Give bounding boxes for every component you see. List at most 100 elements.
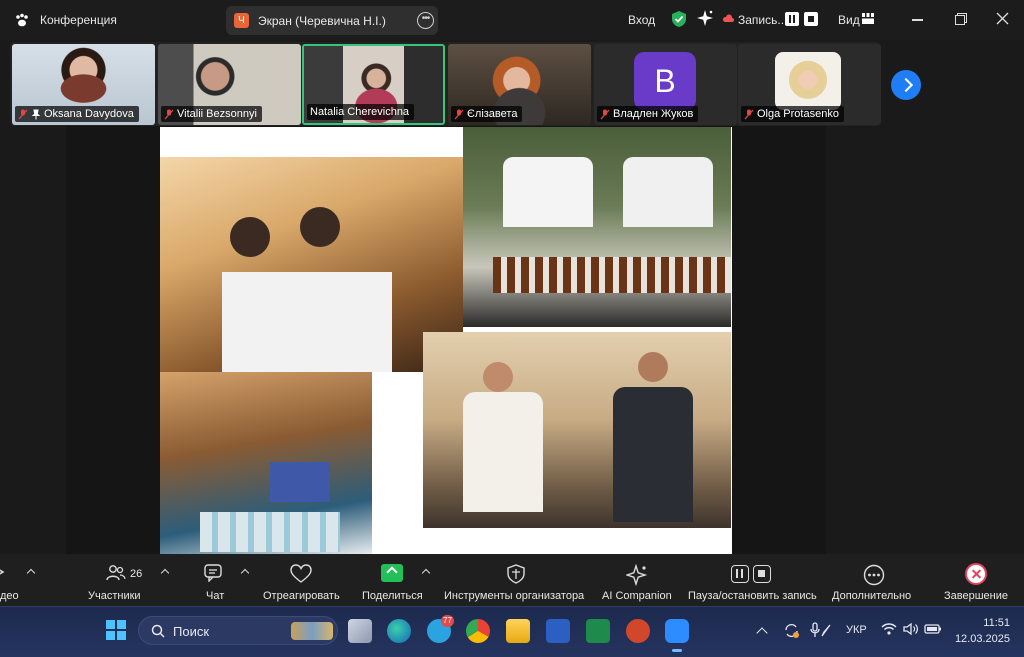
chat-options-caret[interactable] — [240, 568, 250, 578]
clock-date[interactable]: 12.03.2025 — [946, 633, 1010, 645]
video-button[interactable]: део — [0, 554, 40, 606]
video-options-caret[interactable] — [26, 568, 36, 578]
shared-slide — [160, 127, 732, 554]
pin-icon — [31, 109, 41, 119]
shared-screen-label: Экран (Черевична Н.І.) — [258, 14, 386, 28]
shared-screen-indicator[interactable]: Ч Экран (Черевична Н.І.) ••• — [226, 6, 438, 35]
participant-name: Vitalii Bezsonnyi — [177, 108, 257, 120]
react-label: Отреагировать — [263, 590, 340, 602]
powerpoint-icon[interactable] — [626, 619, 650, 643]
wifi-icon[interactable] — [881, 622, 897, 636]
participant-name-tag: Єлізавета — [451, 106, 523, 122]
meeting-controls: део 26 Участники Чат Отреагировать Подел… — [0, 554, 1024, 606]
enter-button[interactable]: Вход — [628, 13, 655, 27]
shield-icon — [507, 564, 525, 584]
participant-strip: Oksana Davydova Vitalii Bezsonnyi Natali… — [10, 42, 881, 126]
cloud-record-icon — [722, 14, 734, 22]
excel-icon[interactable] — [586, 619, 610, 643]
show-hidden-icons-caret[interactable] — [756, 627, 768, 639]
recording-label[interactable]: Запись... — [738, 13, 787, 27]
participant-name: Єлізавета — [467, 108, 518, 120]
next-participants-button[interactable] — [891, 70, 921, 100]
telegram-icon[interactable]: 77 — [427, 615, 454, 643]
pause-icon — [731, 565, 749, 583]
zoom-meeting-window: Конференция Ч Экран (Черевична Н.І.) •••… — [0, 0, 1024, 657]
pause-stop-recording-button[interactable]: Пауза/остановить запись — [686, 554, 820, 606]
telegram-unread-badge: 77 — [441, 615, 454, 627]
participant-name-tag: Владлен Жуков — [597, 106, 699, 122]
keyboard-language[interactable]: УКР — [846, 624, 867, 636]
restore-button[interactable] — [955, 13, 967, 25]
task-view-icon[interactable] — [348, 619, 372, 643]
volume-icon[interactable] — [903, 622, 919, 636]
ai-companion-label: AI Companion — [602, 590, 672, 602]
participant-tile[interactable]: Єлізавета — [448, 44, 591, 125]
share-screen-button[interactable]: Поделиться — [360, 554, 436, 606]
search-icon — [151, 624, 165, 638]
participant-name-tag: Olga Protasenko — [741, 106, 844, 122]
close-window-button[interactable] — [996, 12, 1009, 25]
file-explorer-icon[interactable] — [506, 619, 530, 643]
chat-button[interactable]: Чат — [200, 554, 254, 606]
heart-icon — [290, 564, 312, 583]
participant-name: Olga Protasenko — [757, 108, 839, 120]
word-icon[interactable] — [546, 619, 570, 643]
participant-tile[interactable]: B Владлен Жуков — [594, 44, 737, 125]
view-button[interactable]: Вид — [838, 13, 860, 27]
taskbar-search[interactable]: Поиск — [138, 616, 338, 645]
mic-muted-icon — [164, 109, 174, 119]
participant-tile[interactable]: Oksana Davydova — [12, 44, 155, 125]
participant-tile-speaking[interactable]: Natalia Cherevichna — [302, 44, 445, 125]
mic-muted-icon — [744, 109, 754, 119]
share-options-caret[interactable] — [421, 568, 431, 578]
share-label: Поделиться — [362, 590, 423, 602]
video-camera-icon — [0, 569, 5, 575]
ai-sparkle-icon[interactable] — [696, 9, 714, 27]
participant-name: Oksana Davydova — [44, 108, 134, 120]
slide-photo-flair-bartenders — [423, 332, 731, 528]
participant-tile[interactable]: Vitalii Bezsonnyi — [158, 44, 301, 125]
end-meeting-label[interactable]: Завершение — [944, 590, 1008, 602]
stop-recording-icon[interactable] — [804, 12, 818, 26]
video-label: део — [0, 590, 19, 602]
encryption-shield-icon[interactable] — [671, 10, 687, 28]
windows-start-icon[interactable] — [106, 620, 126, 640]
zoom-app-icon[interactable] — [665, 619, 689, 652]
mic-muted-icon — [600, 109, 610, 119]
slide-photo-bartenders-show — [160, 157, 463, 372]
location-mic-icon[interactable] — [810, 622, 832, 639]
participant-name: Natalia Cherevichna — [310, 106, 410, 118]
sync-icon[interactable] — [783, 622, 800, 639]
chat-label: Чат — [206, 590, 225, 602]
host-tools-label: Инструменты организатора — [444, 590, 585, 602]
ai-companion-button[interactable]: AI Companion — [600, 554, 676, 606]
more-button[interactable]: Дополнительно — [830, 554, 920, 606]
clock-time[interactable]: 11:51 — [966, 617, 1010, 629]
end-meeting-icon[interactable] — [965, 563, 987, 585]
share-screen-icon — [381, 564, 403, 582]
minimize-button[interactable] — [912, 19, 923, 21]
grid-view-icon[interactable] — [862, 13, 874, 24]
participants-options-caret[interactable] — [160, 568, 170, 578]
participant-tile[interactable]: Olga Protasenko — [738, 44, 881, 125]
sharer-badge: Ч — [234, 13, 249, 28]
pause-stop-label: Пауза/остановить запись — [688, 590, 817, 602]
edge-browser-icon[interactable] — [387, 619, 411, 643]
more-label: Дополнительно — [832, 590, 912, 602]
battery-icon[interactable] — [924, 622, 942, 636]
participant-name-tag: Oksana Davydova — [15, 106, 139, 122]
participant-name: Владлен Жуков — [613, 108, 694, 120]
more-dots-icon — [863, 564, 885, 586]
more-options-icon[interactable]: ••• — [417, 12, 434, 29]
participants-icon — [106, 565, 126, 581]
react-button[interactable]: Отреагировать — [262, 554, 344, 606]
slide-photo-glass-pyramid — [160, 372, 372, 554]
participants-label: Участники — [88, 590, 141, 602]
chrome-icon[interactable] — [466, 619, 490, 643]
participants-button[interactable]: 26 Участники — [86, 554, 172, 606]
host-tools-button[interactable]: Инструменты организатора — [444, 554, 590, 606]
title-bar: Конференция Ч Экран (Черевична Н.І.) •••… — [0, 0, 1024, 40]
search-placeholder: Поиск — [173, 624, 210, 639]
pause-recording-icon[interactable] — [785, 12, 799, 26]
app-title: Конференция — [40, 13, 117, 27]
